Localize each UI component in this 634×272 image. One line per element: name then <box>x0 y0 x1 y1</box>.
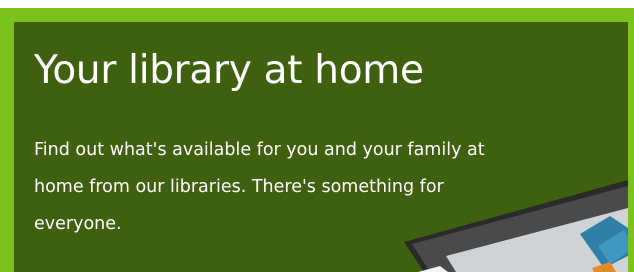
promo-panel: Your library at home Find out what's ava… <box>14 22 628 272</box>
promo-card[interactable]: Your library at home Find out what's ava… <box>0 8 634 272</box>
tablet-illustration-icon <box>404 180 628 272</box>
promo-description-line-1: Find out what's available for you and yo… <box>34 140 485 160</box>
promo-title: Your library at home <box>34 48 424 93</box>
